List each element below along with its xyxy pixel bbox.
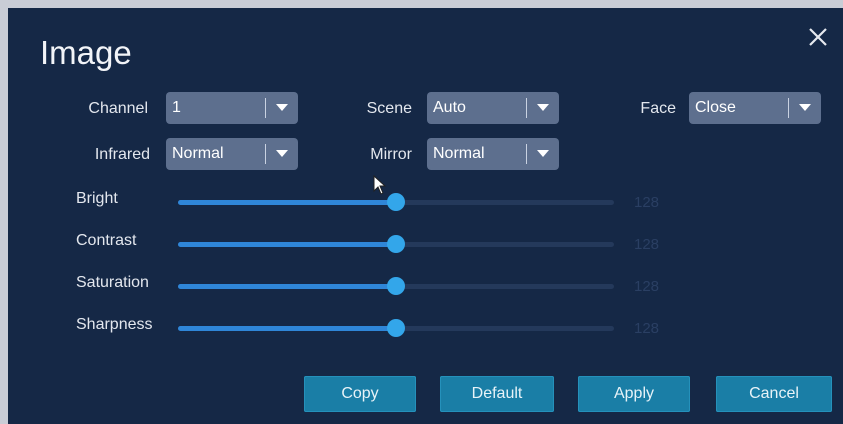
channel-select[interactable]: 1 [166,92,298,124]
contrast-slider-knob[interactable] [387,235,405,253]
apply-button[interactable]: Apply [578,376,690,412]
image-settings-dialog: Image Channel 1 Scene Auto Face Close In… [8,8,843,424]
select-divider [265,144,266,164]
scene-value: Auto [433,99,466,116]
sharpness-slider-fill [178,326,396,331]
chevron-down-icon [276,104,288,111]
bright-slider-fill [178,200,396,205]
chevron-down-icon [537,150,549,157]
infrared-value: Normal [172,145,224,162]
contrast-slider[interactable] [178,235,614,253]
close-icon[interactable] [805,24,831,50]
sharpness-label: Sharpness [76,316,153,333]
mirror-select[interactable]: Normal [427,138,559,170]
channel-value: 1 [172,99,181,116]
contrast-label: Contrast [76,232,137,249]
mouse-pointer-icon [373,174,387,197]
bright-label: Bright [76,190,118,207]
chevron-down-icon [799,104,811,111]
copy-button[interactable]: Copy [304,376,416,412]
sharpness-slider-knob[interactable] [387,319,405,337]
mirror-value: Normal [433,145,485,162]
scene-label: Scene [366,100,412,117]
select-divider [265,98,266,118]
contrast-value: 128 [634,236,660,253]
channel-label: Channel [88,100,148,117]
mirror-label: Mirror [370,146,412,163]
bright-value: 128 [634,194,660,211]
face-label: Face [640,100,676,117]
face-value: Close [695,99,736,116]
sharpness-value: 128 [634,320,660,337]
sharpness-slider[interactable] [178,319,614,337]
select-divider [526,98,527,118]
chevron-down-icon [276,150,288,157]
cancel-button[interactable]: Cancel [716,376,832,412]
bright-slider-knob[interactable] [387,193,405,211]
face-select[interactable]: Close [689,92,821,124]
dialog-title: Image [40,34,132,71]
infrared-select[interactable]: Normal [166,138,298,170]
chevron-down-icon [537,104,549,111]
scene-select[interactable]: Auto [427,92,559,124]
default-button[interactable]: Default [440,376,554,412]
bright-slider[interactable] [178,193,614,211]
saturation-label: Saturation [76,274,149,291]
select-divider [788,98,789,118]
select-divider [526,144,527,164]
saturation-value: 128 [634,278,660,295]
saturation-slider-fill [178,284,396,289]
saturation-slider-knob[interactable] [387,277,405,295]
infrared-label: Infrared [94,146,150,163]
contrast-slider-fill [178,242,396,247]
saturation-slider[interactable] [178,277,614,295]
